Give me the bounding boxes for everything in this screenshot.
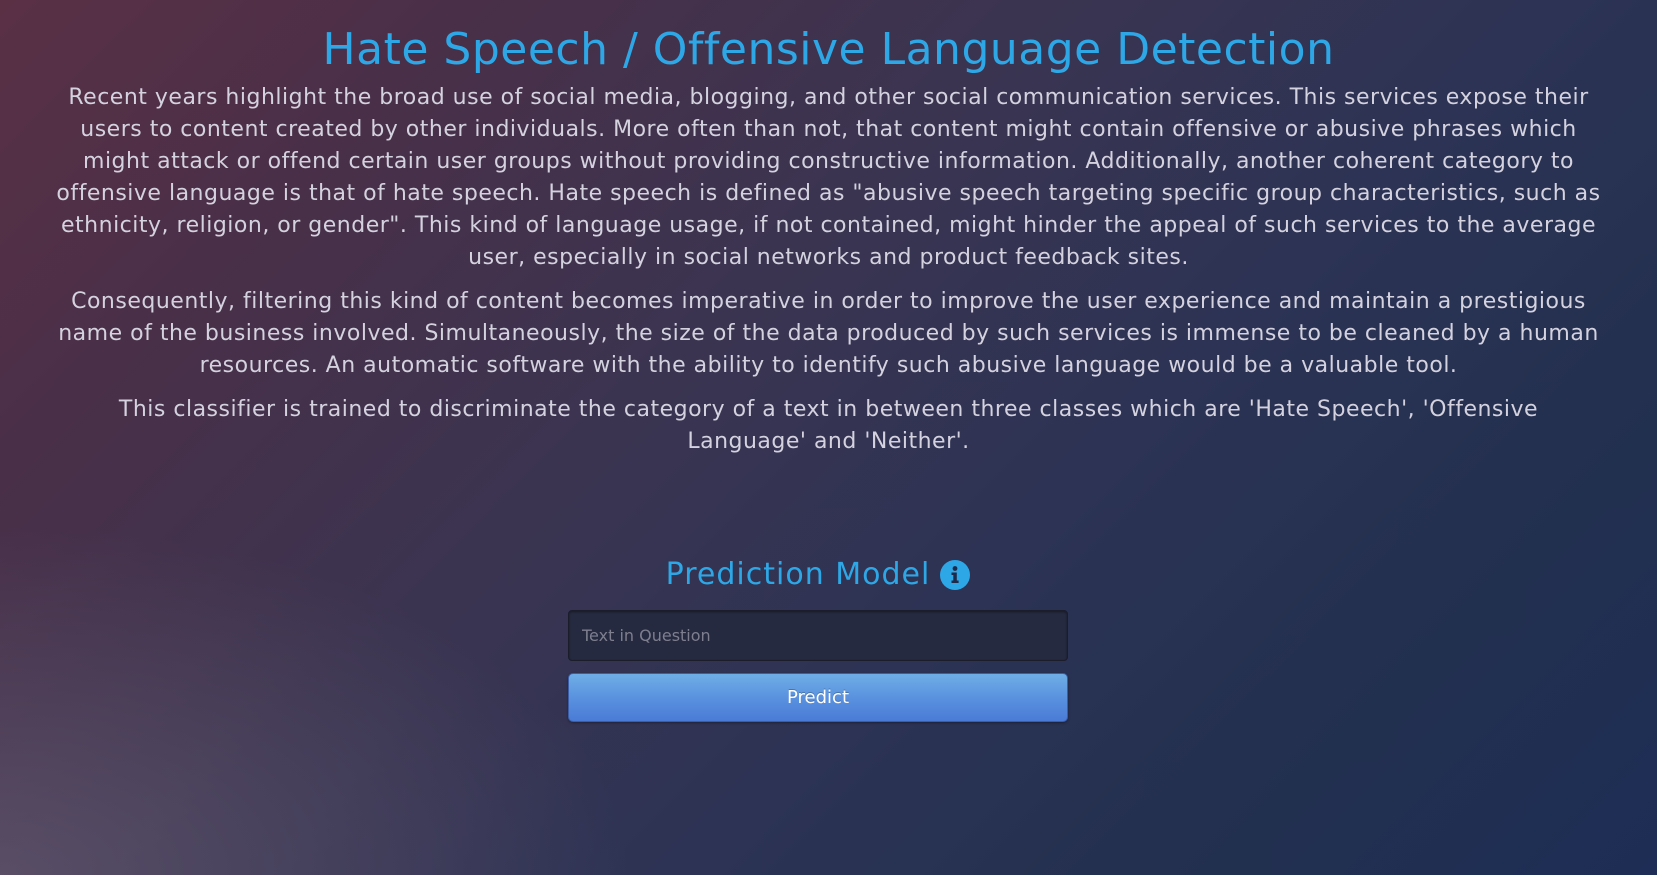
info-icon[interactable] [940, 560, 971, 590]
intro-paragraph: Consequently, filtering this kind of con… [58, 289, 1599, 378]
intro-paragraph: Recent years highlight the broad use of … [56, 85, 1601, 270]
prediction-model-title: Prediction Model [665, 557, 931, 592]
prediction-model-heading: Prediction Model [568, 550, 1068, 600]
prediction-panel: Prediction Model Predict [568, 550, 1068, 722]
text-in-question-input[interactable] [568, 610, 1068, 661]
info-icon-glyph [951, 566, 959, 583]
predict-button[interactable]: Predict [568, 673, 1068, 722]
page-title: Hate Speech / Offensive Language Detecti… [322, 24, 1335, 75]
header: Hate Speech / Offensive Language Detecti… [0, 0, 1657, 470]
intro-paragraph: This classifier is trained to discrimina… [118, 397, 1539, 454]
intro-text: Recent years highlight the broad use of … [56, 82, 1601, 458]
